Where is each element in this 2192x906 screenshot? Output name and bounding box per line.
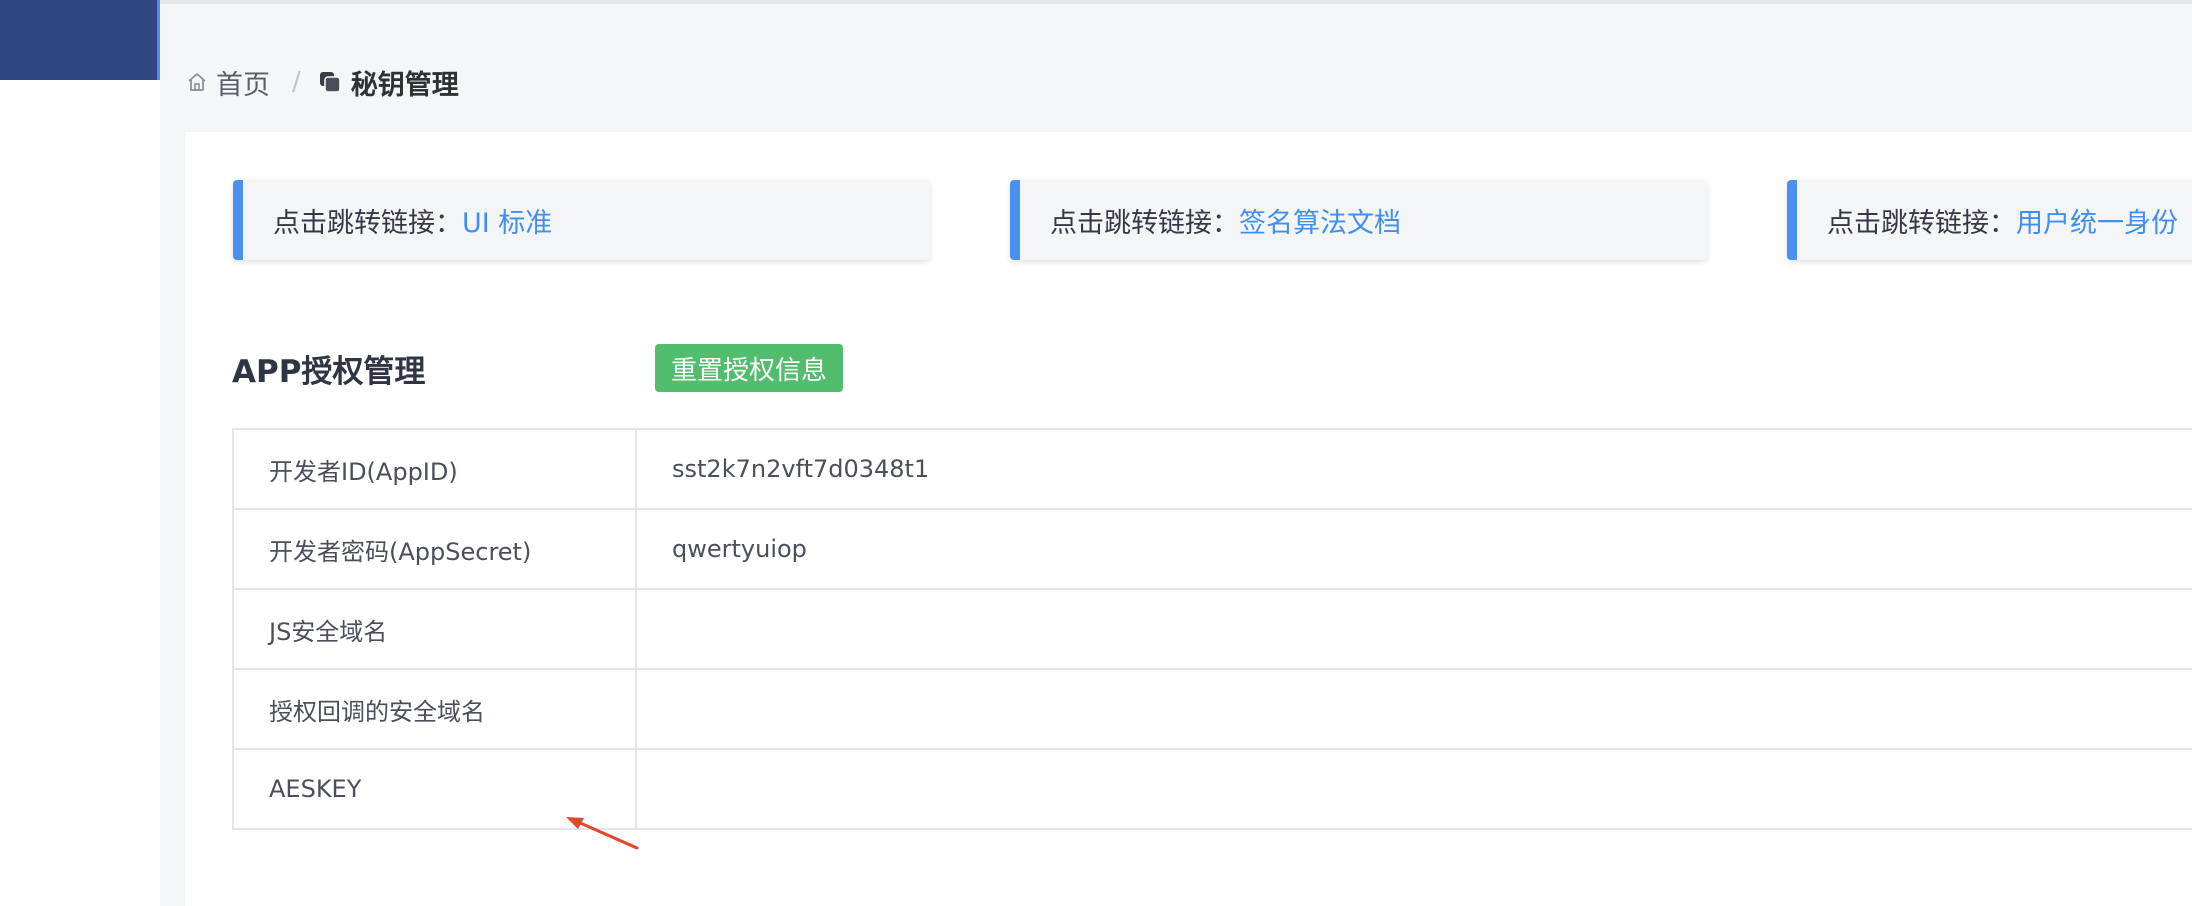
link-card-signature-doc: 点击跳转链接： 签名算法文档 <box>1010 180 1707 260</box>
link-card-prefix: 点击跳转链接： <box>273 207 462 239</box>
row-label: 开发者ID(AppID) <box>232 428 637 510</box>
sidebar <box>0 0 160 906</box>
breadcrumb-current: 秘钥管理 <box>350 69 459 101</box>
key-manage-icon <box>319 72 341 93</box>
link-card-ui-standard: 点击跳转链接： UI 标准 <box>233 180 930 260</box>
row-label: JS安全域名 <box>232 588 637 670</box>
signature-doc-link[interactable]: 签名算法文档 <box>1239 201 1401 240</box>
breadcrumb-separator: / <box>292 67 301 97</box>
app-root: 首页 / 秘钥管理 点击跳转链接： UI 标准 点击跳转链接： 签名算法文档 点… <box>0 0 2192 906</box>
ui-standard-link[interactable]: UI 标准 <box>462 201 552 240</box>
row-label: 授权回调的安全域名 <box>232 668 637 750</box>
auth-info-table: 开发者ID(AppID) sst2k7n2vft7d0348t1 开发者密码(A… <box>232 428 2192 830</box>
breadcrumb-home[interactable]: 首页 <box>216 63 270 102</box>
row-value <box>635 748 2192 830</box>
row-value: qwertyuiop <box>635 508 2192 590</box>
link-card-prefix: 点击跳转链接： <box>1827 207 2016 239</box>
section-title: APP授权管理 <box>232 354 426 390</box>
reset-auth-button[interactable]: 重置授权信息 <box>655 344 844 392</box>
row-value <box>635 588 2192 670</box>
link-card-unified-identity: 点击跳转链接： 用户统一身份 <box>1787 180 2192 260</box>
top-bar <box>160 0 2192 4</box>
row-value <box>635 668 2192 750</box>
unified-identity-link[interactable]: 用户统一身份 <box>2016 201 2178 240</box>
link-card-prefix: 点击跳转链接： <box>1050 207 1239 239</box>
table-row: 授权回调的安全域名 <box>232 668 2192 750</box>
home-icon <box>188 73 206 91</box>
table-row: 开发者ID(AppID) sst2k7n2vft7d0348t1 <box>232 428 2192 510</box>
content-panel: 点击跳转链接： UI 标准 点击跳转链接： 签名算法文档 点击跳转链接： 用户统… <box>185 132 2192 906</box>
table-row: JS安全域名 <box>232 588 2192 670</box>
main-area: 首页 / 秘钥管理 点击跳转链接： UI 标准 点击跳转链接： 签名算法文档 点… <box>160 0 2192 906</box>
sidebar-header[interactable] <box>0 0 157 80</box>
table-row: AESKEY <box>232 748 2192 830</box>
breadcrumb: 首页 / 秘钥管理 <box>186 62 459 102</box>
row-label: 开发者密码(AppSecret) <box>232 508 637 590</box>
row-label: AESKEY <box>232 748 637 830</box>
row-value: sst2k7n2vft7d0348t1 <box>635 428 2192 510</box>
table-row: 开发者密码(AppSecret) qwertyuiop <box>232 508 2192 590</box>
